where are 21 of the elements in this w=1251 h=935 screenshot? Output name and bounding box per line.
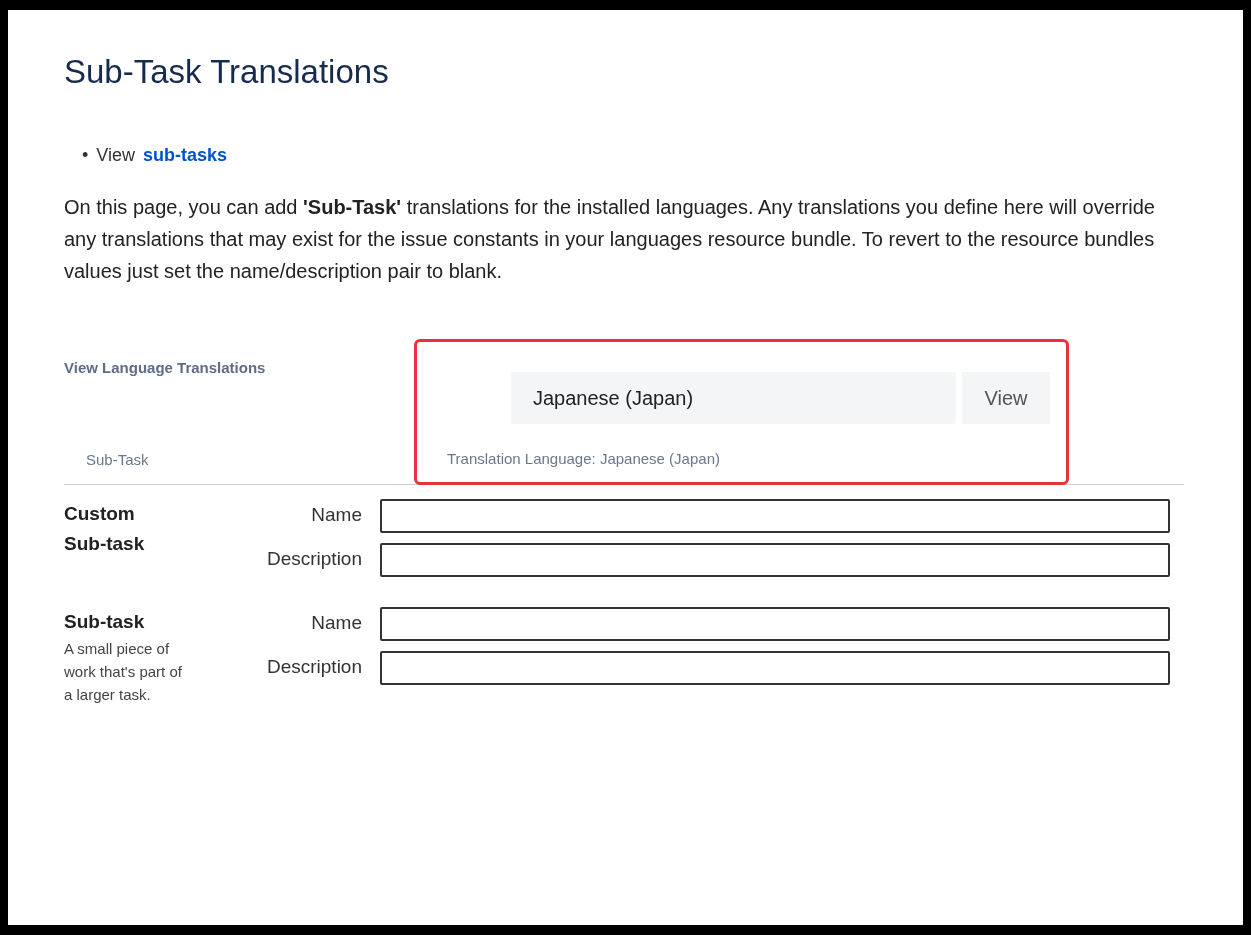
bullet: • (82, 143, 89, 167)
section-label: View Language Translations (64, 357, 267, 378)
link-prefix: View (96, 143, 135, 167)
field-label: Description (265, 655, 363, 680)
column-header: Sub-Task (86, 450, 150, 471)
input-field[interactable] (380, 498, 1170, 533)
language-select[interactable]: Japanese (Japan) (511, 371, 956, 424)
subtask-name: Custom Sub-task (64, 501, 146, 556)
input-field[interactable] (380, 542, 1170, 577)
column-header: Translation Language: Japanese (Japan) (447, 448, 721, 469)
field-label: Description (265, 547, 363, 572)
intro-paragraph: On this page, you can add 'Sub-Task' translations for the installed languages. Any translations you define here will override any translations that may exist for the issue constants in your languages resource bundle. To revert to the resource bundles values just set the name/description pair to blank. (64, 194, 1156, 284)
subtask-description: A small piece of work that's part of a larger task. (64, 638, 183, 705)
view-button[interactable]: View (962, 371, 1050, 424)
input-field[interactable] (380, 606, 1170, 641)
page-title: Sub-Task Translations (64, 52, 390, 92)
sub-tasks-link[interactable]: sub-tasks (143, 141, 228, 169)
field-label: Name (310, 503, 363, 528)
field-label: Name (310, 611, 363, 636)
input-field[interactable] (380, 650, 1170, 685)
subtask-name: Sub-task (64, 609, 146, 634)
